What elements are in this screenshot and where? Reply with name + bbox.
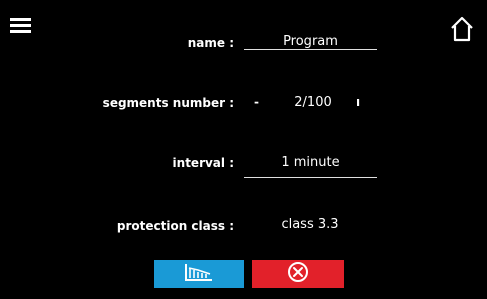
segments-decrement-button[interactable]: -: [254, 95, 259, 109]
name-label: name :: [187, 36, 234, 50]
interval-field[interactable]: 1 minute: [244, 155, 377, 170]
cancel-icon: [287, 261, 309, 287]
graph-button[interactable]: [154, 260, 244, 288]
cancel-button[interactable]: [252, 260, 344, 288]
segments-number-label: segments number :: [102, 96, 234, 110]
interval-label: interval :: [172, 156, 234, 170]
interval-underline: [244, 177, 377, 178]
segments-increment-button[interactable]: ı: [356, 95, 360, 109]
name-underline: [244, 49, 377, 50]
menu-icon[interactable]: [10, 18, 31, 34]
home-icon[interactable]: [449, 16, 475, 42]
graph-icon: [184, 262, 214, 286]
segments-number-value: 2/100: [294, 95, 332, 110]
protection-class-value[interactable]: class 3.3: [270, 217, 350, 232]
name-field[interactable]: Program: [244, 34, 377, 49]
protection-class-label: protection class :: [116, 219, 234, 233]
